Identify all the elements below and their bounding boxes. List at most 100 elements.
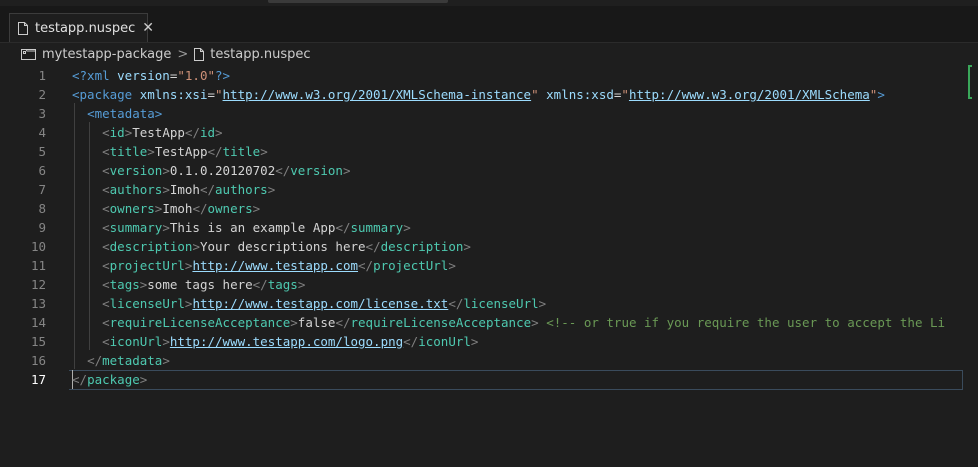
code-token: id: [109, 125, 125, 140]
breadcrumb-folder[interactable]: mytestapp-package: [42, 47, 171, 62]
code-token: >: [342, 163, 351, 178]
code-token: </: [252, 277, 268, 292]
line-number: 8: [38, 201, 46, 216]
code-token: <package: [72, 87, 140, 102]
code-text: <summary>This is an example App</summary…: [72, 218, 411, 237]
code-token: title: [109, 144, 148, 159]
code-token: 0.1.0.20120702: [169, 163, 276, 178]
code-line[interactable]: 10 <description>Your descriptions here</…: [0, 237, 978, 256]
code-token: >: [877, 87, 885, 102]
line-number: 14: [30, 315, 46, 330]
code-token: version: [109, 163, 163, 178]
code-token: iconUrl: [418, 334, 471, 349]
line-number: 1: [38, 68, 46, 83]
breadcrumb-file[interactable]: testapp.nuspec: [210, 47, 310, 62]
code-token: <: [102, 144, 110, 159]
code-line[interactable]: 1 <?xml version="1.0"?>: [0, 66, 978, 85]
code-token: >: [147, 144, 155, 159]
code-token: tags: [267, 277, 298, 292]
code-token: id: [199, 125, 216, 140]
tab-testapp-nuspec[interactable]: testapp.nuspec ✕: [9, 13, 154, 42]
code-token: </: [207, 144, 223, 159]
code-text: <licenseUrl>http://www.testapp.com/licen…: [72, 294, 546, 313]
code-line[interactable]: 13 <licenseUrl>http://www.testapp.com/li…: [0, 294, 978, 313]
code-token: >: [162, 353, 170, 368]
code-token: >: [531, 315, 539, 330]
code-line[interactable]: 16 </metadata>: [0, 351, 978, 370]
line-number: 17: [30, 372, 46, 387]
code-token: </: [335, 315, 351, 330]
code-token: some tags here: [147, 277, 253, 292]
code-line[interactable]: 5 <title>TestApp</title>: [0, 142, 978, 161]
code-token: http://www.w3.org/2001/XMLSchema-instanc…: [222, 87, 532, 102]
title-strip-remnant: [268, 0, 448, 3]
code-token: package: [87, 372, 140, 387]
line-number: 7: [38, 182, 46, 197]
code-line[interactable]: 9 <summary>This is an example App</summa…: [0, 218, 978, 237]
code-token: >: [139, 372, 148, 387]
code-token: xmlns:xsi: [139, 87, 208, 102]
code-line[interactable]: 2 <package xmlns:xsi="http://www.w3.org/2…: [0, 85, 978, 104]
code-token: >: [538, 296, 547, 311]
code-token: >: [260, 144, 268, 159]
code-editor[interactable]: 1 <?xml version="1.0"?> 2 <package xmlns:xs…: [0, 65, 978, 467]
code-token: summary: [350, 220, 404, 235]
code-token: <: [102, 296, 110, 311]
code-line[interactable]: 12 <tags>some tags here</tags>: [0, 275, 978, 294]
code-token: description: [380, 239, 464, 254]
code-token: >: [290, 315, 298, 330]
code-line[interactable]: 4 <id>TestApp</id>: [0, 123, 978, 142]
code-token: >: [267, 182, 276, 197]
code-line[interactable]: 15 <iconUrl>http://www.testapp.com/logo.…: [0, 332, 978, 351]
code-token: </: [87, 353, 103, 368]
code-token: <: [102, 125, 110, 140]
code-token: <: [102, 315, 110, 330]
code-token: title: [222, 144, 261, 159]
code-line[interactable]: 3 <metadata>: [0, 104, 978, 123]
breadcrumb-separator: >: [177, 46, 189, 62]
code-token: ": [531, 87, 539, 102]
line-number: 12: [30, 277, 46, 292]
code-token: <: [102, 182, 110, 197]
code-line[interactable]: 11 <projectUrl>http://www.testapp.com</p…: [0, 256, 978, 275]
code-token: </: [72, 372, 88, 387]
code-token: </: [358, 258, 374, 273]
code-token: <: [102, 258, 110, 273]
code-line[interactable]: 17 </package>: [0, 370, 978, 389]
code-token: Imoh: [162, 201, 193, 216]
code-token: TestApp: [132, 125, 185, 140]
code-token: false: [297, 315, 336, 330]
line-number: 11: [30, 258, 46, 273]
code-token: http://www.testapp.com/logo.png: [169, 334, 404, 349]
code-token: http://www.w3.org/2001/XMLSchema: [628, 87, 870, 102]
code-token: <?xml: [72, 68, 118, 83]
code-token: summary: [109, 220, 163, 235]
code-token: <!-- or true if you require the user to …: [546, 315, 946, 330]
code-token: requireLicenseAcceptance: [350, 315, 532, 330]
code-token: >: [403, 220, 411, 235]
code-line[interactable]: 7 <authors>Imoh</authors>: [0, 180, 978, 199]
file-icon: [18, 21, 28, 35]
code-token: http://www.testapp.com: [192, 258, 359, 273]
close-icon[interactable]: ✕: [142, 21, 154, 35]
code-text: <title>TestApp</title>: [72, 142, 268, 161]
code-token: version: [117, 68, 170, 83]
code-line[interactable]: 8 <owners>Imoh</owners>: [0, 199, 978, 218]
code-token: <: [102, 334, 110, 349]
code-line[interactable]: 6 <version>0.1.0.20120702</version>: [0, 161, 978, 180]
code-line[interactable]: 14 <requireLicenseAcceptance>false</requ…: [0, 313, 978, 332]
code-text: <iconUrl>http://www.testapp.com/logo.png…: [72, 332, 478, 351]
code-token: =: [207, 87, 215, 102]
code-token: >: [162, 220, 170, 235]
code-token: </: [184, 125, 200, 140]
code-token: >: [162, 163, 170, 178]
